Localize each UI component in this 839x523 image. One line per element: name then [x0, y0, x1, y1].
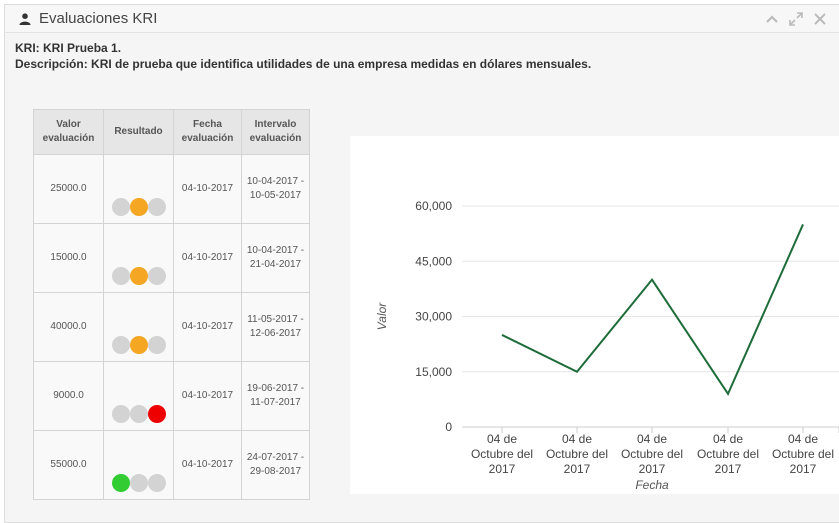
kri-name-line: KRI: KRI Prueba 1. [15, 41, 122, 55]
light-middle [130, 267, 148, 285]
fecha-cell: 04-10-2017 [173, 361, 242, 431]
x-axis-title: Fecha [635, 478, 669, 492]
table-row: 25000.0 04-10-2017 10-04-2017 - 10-05-20… [33, 154, 310, 224]
panel-header: Evaluaciones KRI [5, 5, 839, 33]
panel-tools [765, 12, 827, 26]
light-left [112, 336, 130, 354]
x-tick-label: 04 de [713, 432, 743, 446]
x-tick-label: Octubre del [697, 447, 759, 461]
light-left [112, 474, 130, 492]
fecha-cell: 04-10-2017 [173, 292, 242, 362]
kri-description-line: Descripción: KRI de prueba que identific… [15, 56, 591, 72]
valor-cell: 55000.0 [33, 430, 104, 500]
intervalo-cell: 11-05-2017 - 12-06-2017 [241, 292, 310, 362]
traffic-light [112, 267, 166, 285]
user-icon [19, 12, 31, 25]
header-resultado[interactable]: Resultado [103, 109, 174, 155]
y-tick-label: 45,000 [415, 254, 452, 268]
x-tick-label: Octubre del [772, 447, 834, 461]
description-label: Descripción: [15, 57, 88, 71]
light-left [112, 198, 130, 216]
x-tick-label: 04 de [487, 432, 517, 446]
y-axis-title: Valor [375, 302, 389, 331]
light-left [112, 267, 130, 285]
chart-svg: 015,00030,00045,00060,00004 deOctubre de… [375, 199, 839, 492]
table-row: 15000.0 04-10-2017 10-04-2017 - 21-04-20… [33, 223, 310, 293]
light-middle [130, 336, 148, 354]
table-row: 55000.0 04-10-2017 24-07-2017 - 29-08-20… [33, 430, 310, 500]
header-valor[interactable]: Valor evaluación [33, 109, 104, 155]
traffic-light [112, 405, 166, 423]
x-tick-label: 2017 [564, 462, 591, 476]
light-right [148, 474, 166, 492]
header-fecha[interactable]: Fecha evaluación [173, 109, 242, 155]
kri-info: KRI: KRI Prueba 1. Descripción: KRI de p… [15, 40, 591, 72]
header-intervalo[interactable]: Intervalo evaluación [241, 109, 310, 155]
light-right [148, 267, 166, 285]
light-middle [130, 474, 148, 492]
y-tick-label: 60,000 [415, 199, 452, 213]
y-tick-label: 30,000 [415, 310, 452, 324]
x-tick-label: 2017 [639, 462, 666, 476]
panel-title: Evaluaciones KRI [39, 10, 158, 27]
valor-cell: 9000.0 [33, 361, 104, 431]
kri-label: KRI: [15, 41, 40, 55]
light-right [148, 336, 166, 354]
fecha-cell: 04-10-2017 [173, 430, 242, 500]
intervalo-cell: 10-04-2017 - 10-05-2017 [241, 154, 310, 224]
kri-description: KRI de prueba que identifica utilidades … [91, 57, 592, 71]
light-right [148, 198, 166, 216]
light-left [112, 405, 130, 423]
valor-cell: 25000.0 [33, 154, 104, 224]
x-tick-label: 04 de [637, 432, 667, 446]
valor-cell: 40000.0 [33, 292, 104, 362]
resultado-cell [103, 292, 174, 362]
x-tick-label: Octubre del [471, 447, 533, 461]
x-tick-label: 04 de [788, 432, 818, 446]
expand-icon[interactable] [789, 12, 803, 26]
x-tick-label: 2017 [715, 462, 742, 476]
resultado-cell [103, 430, 174, 500]
table-row: 9000.0 04-10-2017 19-06-2017 - 11-07-201… [33, 361, 310, 431]
close-icon[interactable] [813, 12, 827, 26]
traffic-light [112, 336, 166, 354]
traffic-light [112, 198, 166, 216]
light-right [148, 405, 166, 423]
x-tick-label: 2017 [489, 462, 516, 476]
y-tick-label: 0 [445, 420, 452, 434]
fecha-cell: 04-10-2017 [173, 154, 242, 224]
light-middle [130, 198, 148, 216]
resultado-cell [103, 223, 174, 293]
chevron-up-icon[interactable] [765, 12, 779, 26]
valor-cell: 15000.0 [33, 223, 104, 293]
x-tick-label: Octubre del [546, 447, 608, 461]
line-chart: 0 15,000 30,000 45,000 60,000 04 de Octubre de… [350, 136, 839, 494]
kri-name: KRI Prueba 1 [43, 41, 118, 55]
intervalo-cell: 19-06-2017 - 11-07-2017 [241, 361, 310, 431]
light-middle [130, 405, 148, 423]
fecha-cell: 04-10-2017 [173, 223, 242, 293]
x-tick-label: Octubre del [621, 447, 683, 461]
x-tick-label: 2017 [790, 462, 817, 476]
x-tick-label: 04 de [562, 432, 592, 446]
evaluations-table: Valor evaluación Resultado Fecha evaluac… [33, 109, 310, 500]
table-row: 40000.0 04-10-2017 11-05-2017 - 12-06-20… [33, 292, 310, 362]
y-tick-label: 15,000 [415, 365, 452, 379]
series-line [501, 224, 804, 396]
resultado-cell [103, 154, 174, 224]
resultado-cell [103, 361, 174, 431]
traffic-light [112, 474, 166, 492]
intervalo-cell: 10-04-2017 - 21-04-2017 [241, 223, 310, 293]
intervalo-cell: 24-07-2017 - 29-08-2017 [241, 430, 310, 500]
